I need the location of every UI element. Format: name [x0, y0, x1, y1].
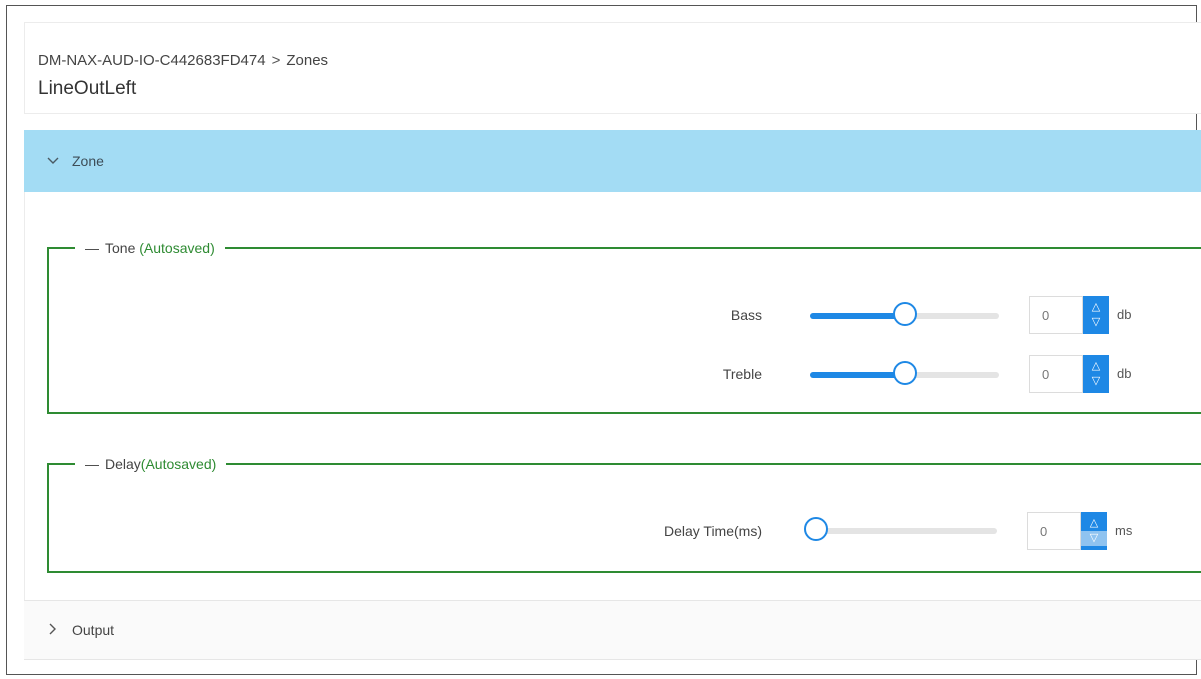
breadcrumb-section[interactable]: Zones	[286, 52, 328, 69]
delay-time-label: Delay Time(ms)	[663, 523, 762, 539]
delay-legend-label: Delay	[105, 456, 141, 472]
collapse-dash-icon: —	[85, 456, 99, 472]
bass-spinner[interactable]: △ ▽	[1083, 296, 1109, 334]
breadcrumb-separator: >	[271, 52, 281, 69]
page-title: LineOutLeft	[38, 78, 137, 99]
triangle-up-icon[interactable]: △	[1083, 359, 1109, 374]
delay-autosaved-status: (Autosaved)	[140, 456, 217, 472]
treble-value-input[interactable]	[1029, 355, 1083, 393]
triangle-up-icon[interactable]: △	[1081, 516, 1107, 531]
tone-fieldset: — Tone (Autosaved)	[47, 238, 1201, 414]
tone-autosaved-status: (Autosaved)	[139, 240, 215, 256]
treble-label: Treble	[722, 366, 762, 382]
breadcrumb: DM-NAX-AUD-IO-C442683FD474 > Zones	[38, 52, 328, 69]
triangle-down-icon[interactable]: ▽	[1083, 374, 1109, 389]
delay-time-unit: ms	[1115, 523, 1133, 538]
bass-slider-fill	[810, 313, 905, 319]
delay-time-value-input[interactable]	[1027, 512, 1081, 550]
breadcrumb-device[interactable]: DM-NAX-AUD-IO-C442683FD474	[38, 52, 266, 69]
triangle-up-icon[interactable]: △	[1083, 300, 1109, 315]
bass-label: Bass	[730, 307, 762, 323]
delay-legend[interactable]: — Delay(Autosaved)	[75, 454, 227, 474]
delay-time-spinner[interactable]: △ ▽	[1081, 512, 1107, 550]
output-panel-header[interactable]: Output	[24, 600, 1201, 660]
delay-time-slider-thumb[interactable]	[804, 517, 828, 541]
triangle-down-icon: ▽	[1081, 531, 1107, 546]
zone-panel-header[interactable]: Zone	[24, 130, 1201, 192]
treble-slider[interactable]	[810, 361, 999, 385]
tone-legend-label: Tone	[105, 240, 136, 256]
chevron-down-icon	[46, 154, 60, 168]
chevron-right-icon	[46, 623, 60, 638]
zone-panel-label: Zone	[72, 153, 104, 169]
bass-slider-thumb[interactable]	[893, 302, 917, 326]
treble-slider-fill	[810, 372, 905, 378]
delay-time-slider[interactable]	[804, 517, 997, 541]
collapse-dash-icon: —	[85, 240, 99, 256]
treble-slider-thumb[interactable]	[893, 361, 917, 385]
treble-spinner[interactable]: △ ▽	[1083, 355, 1109, 393]
treble-unit: db	[1117, 366, 1132, 381]
tone-legend[interactable]: — Tone (Autosaved)	[75, 238, 225, 258]
bass-slider[interactable]	[810, 302, 999, 326]
bass-value-input[interactable]	[1029, 296, 1083, 334]
bass-unit: db	[1117, 307, 1132, 322]
triangle-down-icon[interactable]: ▽	[1083, 315, 1109, 330]
output-panel-label: Output	[72, 622, 115, 638]
